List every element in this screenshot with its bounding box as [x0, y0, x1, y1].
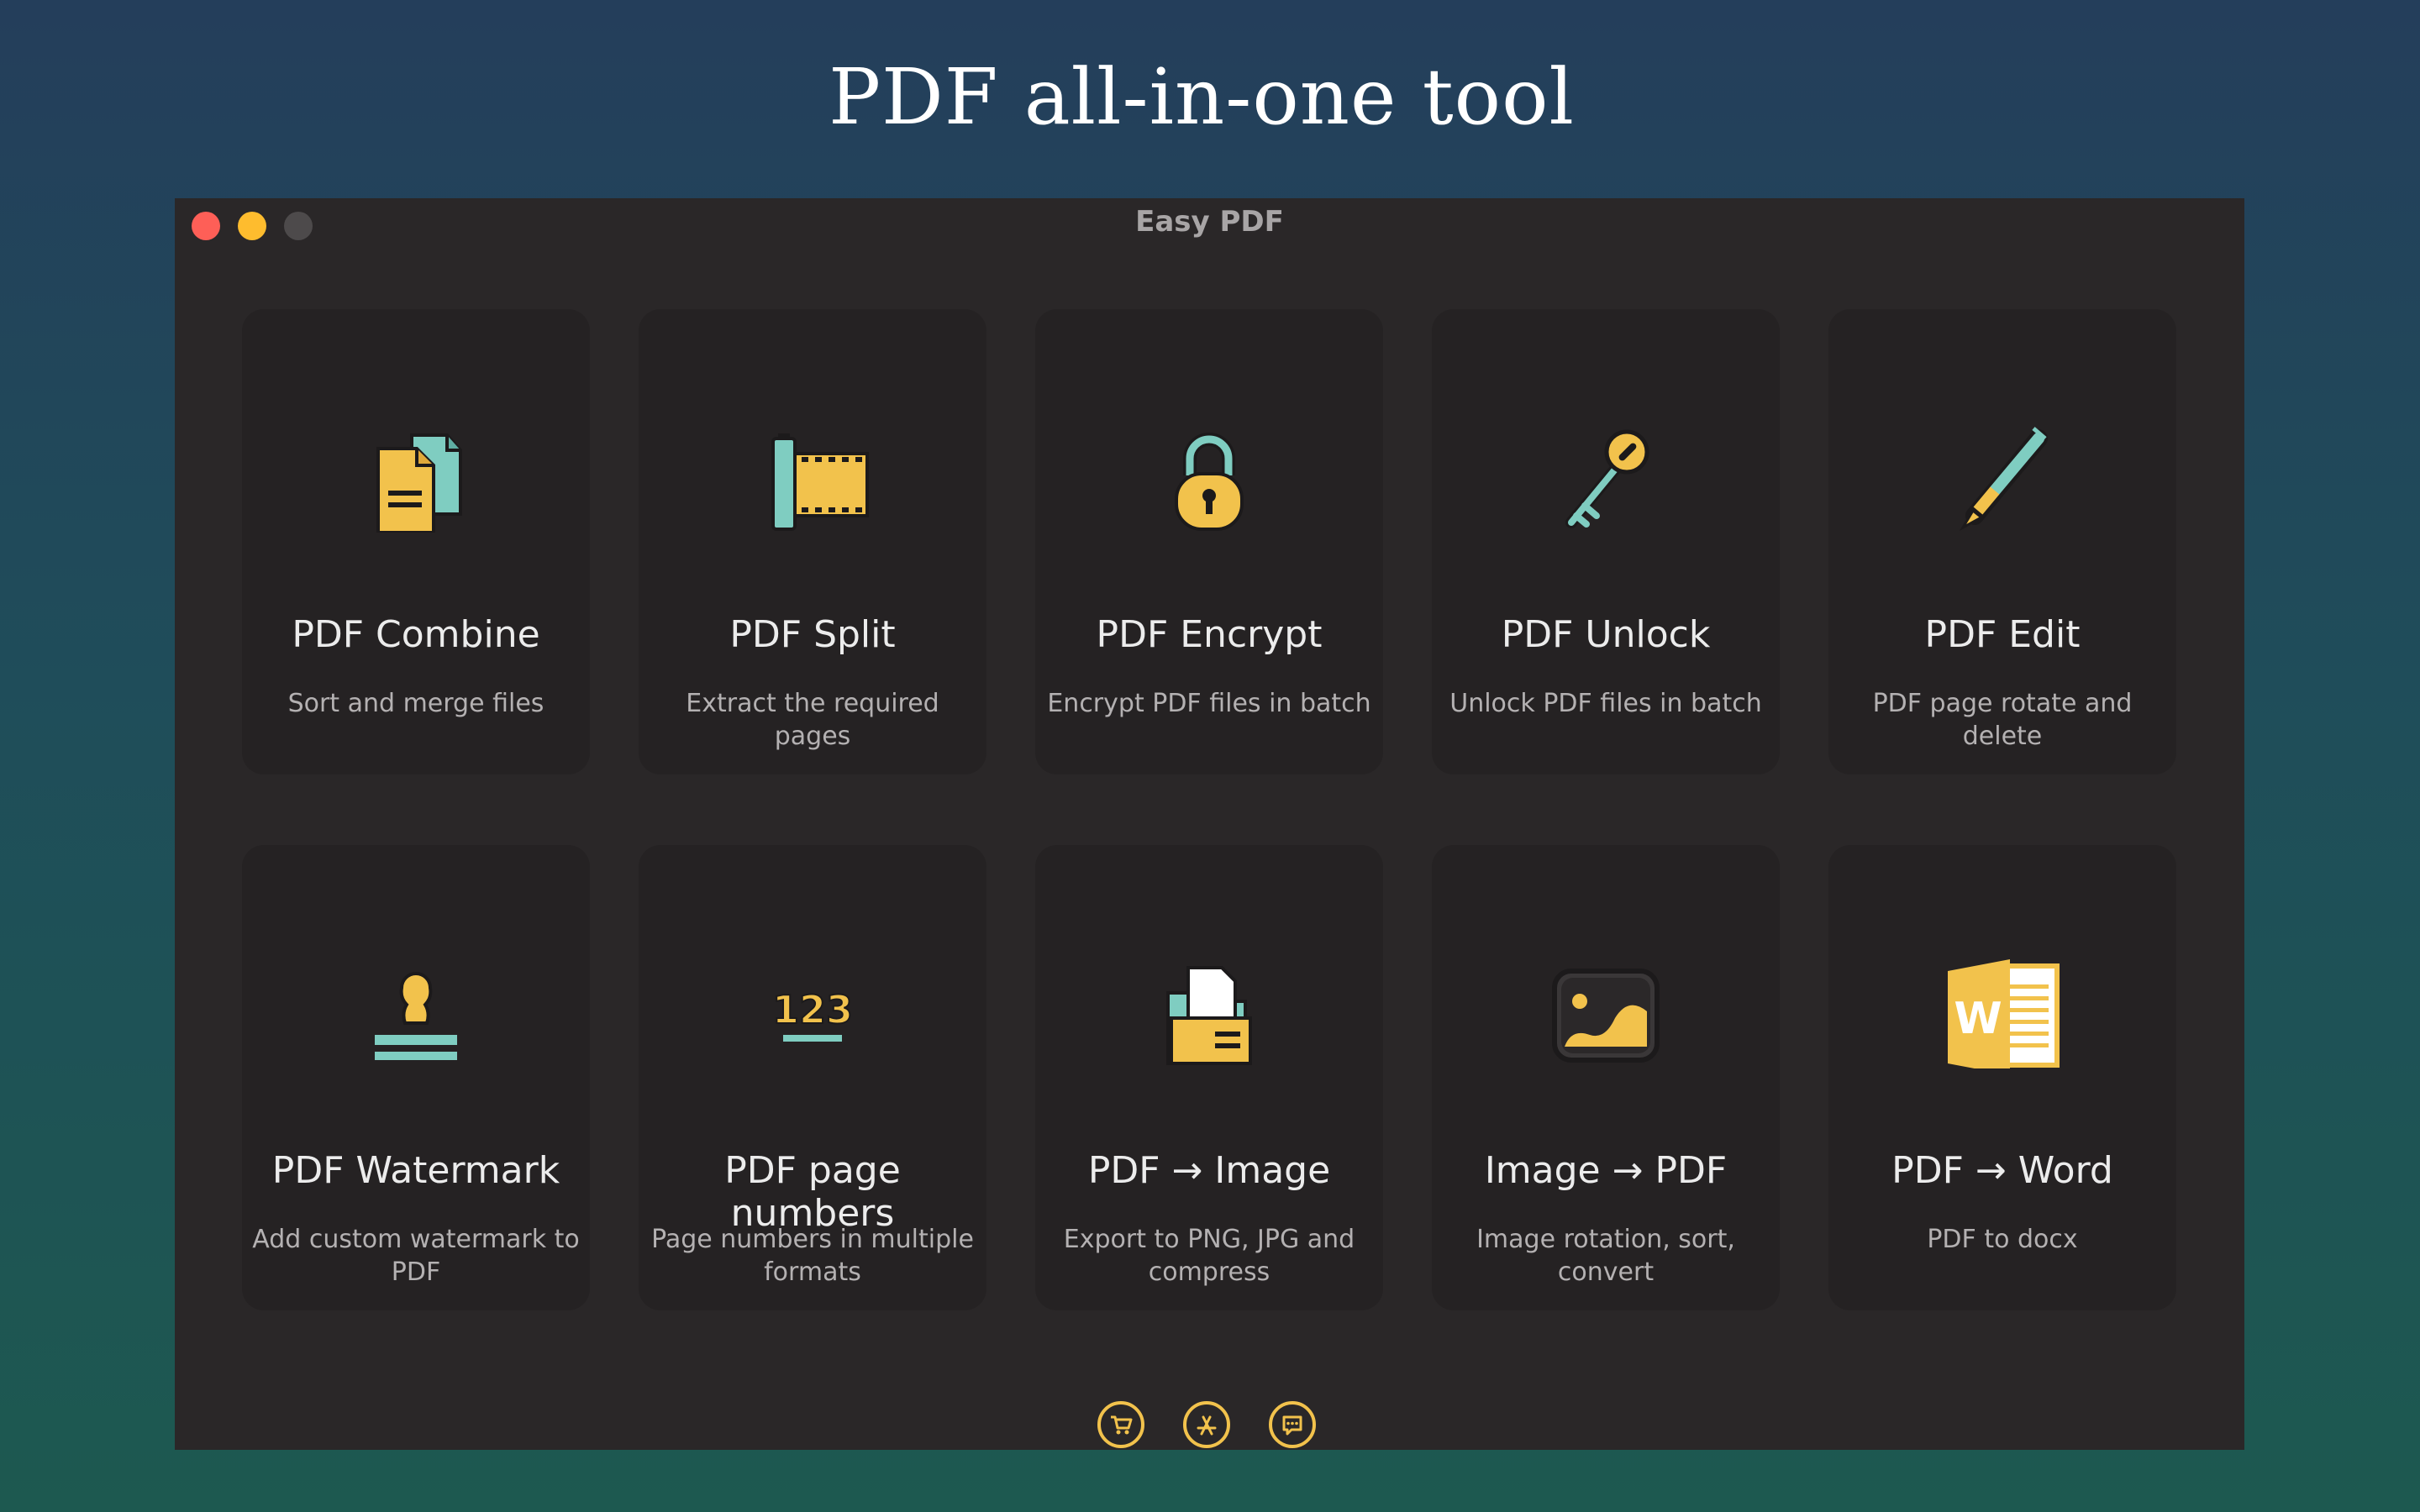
folder-document-icon — [1166, 966, 1252, 1065]
tool-title: PDF → Image — [1087, 1149, 1331, 1192]
feedback-icon — [1282, 1415, 1302, 1436]
tool-description: Sort and merge files — [287, 689, 544, 718]
tool-title: PDF Split — [729, 613, 896, 656]
combine-files-icon — [376, 433, 462, 533]
tool-card-image-to-pdf[interactable]: Image → PDF Image rotation, sort, conver… — [1432, 845, 1780, 1310]
app-store-icon — [1197, 1415, 1217, 1436]
word-document-icon: W — [1948, 959, 2060, 1068]
tool-card-pdf-to-word[interactable]: W PDF → Word PDF to docx — [1828, 845, 2176, 1310]
feedback-button[interactable] — [1269, 1401, 1316, 1448]
app-window: Easy PDF PDF Combine Sort and merge file… — [175, 198, 2244, 1450]
tool-card-pdf-unlock[interactable]: PDF Unlock Unlock PDF files in batch — [1432, 309, 1780, 774]
tool-description: PDF to docx — [1927, 1225, 2078, 1254]
tool-card-pdf-watermark[interactable]: PDF Watermark Add custom watermark to PD… — [242, 845, 590, 1310]
tool-description: Unlock PDF files in batch — [1449, 689, 1762, 718]
tool-title: PDF Watermark — [271, 1149, 560, 1192]
key-icon — [1565, 429, 1649, 528]
tool-description: Image rotation, sort, convert — [1476, 1225, 1735, 1287]
film-split-icon — [771, 433, 869, 531]
tool-description: Add custom watermark to PDF — [252, 1225, 580, 1287]
tool-description: Page numbers in multiple formats — [651, 1225, 974, 1287]
window-title: Easy PDF — [1135, 205, 1284, 239]
tool-card-pdf-to-image[interactable]: PDF → Image Export to PNG, JPG and compr… — [1035, 845, 1383, 1310]
tool-card-pdf-split[interactable]: PDF Split Extract the required pages — [639, 309, 986, 774]
tool-card-pdf-edit[interactable]: PDF Edit PDF page rotate and delete — [1828, 309, 2176, 774]
tool-card-pdf-page-numbers[interactable]: 123 PDF page numbers Page numbers in mul… — [639, 845, 986, 1310]
tool-title: PDF page numbers — [724, 1149, 901, 1235]
tool-title: Image → PDF — [1484, 1149, 1728, 1192]
word-glyph: W — [1954, 994, 2002, 1044]
tool-description: Extract the required pages — [686, 689, 939, 751]
tool-description: Encrypt PDF files in batch — [1047, 689, 1371, 718]
store-cart-button[interactable] — [1097, 1401, 1144, 1448]
tool-title: PDF Encrypt — [1096, 613, 1323, 656]
page-numbers-icon: 123 — [771, 986, 854, 1042]
tool-description: Export to PNG, JPG and compress — [1063, 1225, 1355, 1287]
stamp-icon — [375, 972, 457, 1060]
picture-icon — [1552, 969, 1660, 1063]
tool-title: PDF Combine — [292, 613, 540, 656]
pen-icon — [1959, 427, 2048, 531]
cart-icon — [1111, 1415, 1133, 1435]
padlock-icon — [1175, 433, 1244, 531]
tool-title: PDF → Word — [1891, 1149, 2113, 1192]
app-store-button[interactable] — [1183, 1401, 1230, 1448]
page-numbers-glyph: 123 — [772, 987, 853, 1032]
tool-title: PDF Unlock — [1501, 613, 1711, 656]
tool-card-pdf-encrypt[interactable]: PDF Encrypt Encrypt PDF files in batch — [1035, 309, 1383, 774]
tool-title: PDF Edit — [1924, 613, 2081, 656]
tool-description: PDF page rotate and delete — [1872, 689, 2133, 751]
page-headline: PDF all-in-one tool — [829, 52, 1575, 142]
tool-card-pdf-combine[interactable]: PDF Combine Sort and merge files — [242, 309, 590, 774]
